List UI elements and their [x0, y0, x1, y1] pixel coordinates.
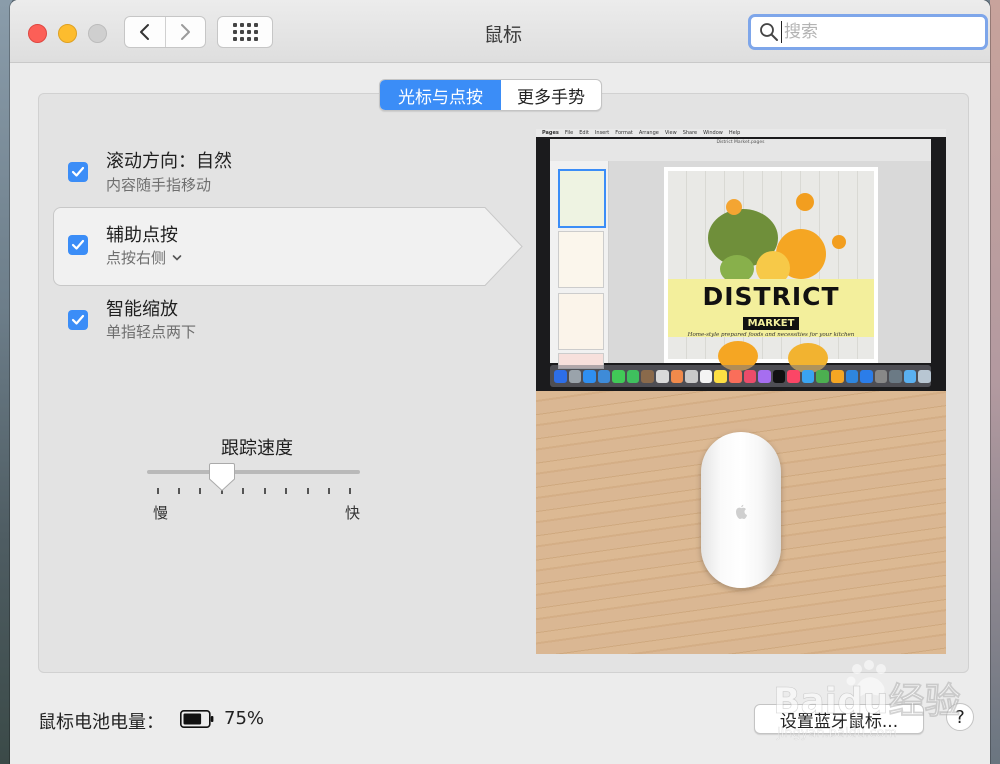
- title-bar: 鼠标: [10, 0, 990, 63]
- preview-menu-item: Window: [703, 130, 723, 136]
- checkmark-icon: [71, 239, 85, 250]
- brand-tagline: Home-style prepared foods and necessitie…: [687, 332, 855, 338]
- preferences-window: 鼠标 光标与点按 更多手势 滚动方向：自然 内容随手指移动 辅助点按 点按右侧 …: [10, 0, 990, 764]
- kumquat: [796, 193, 814, 211]
- desk-surface: [536, 391, 946, 654]
- preview-page-sidebar: [550, 161, 609, 369]
- preview-menu-item: File: [564, 130, 574, 136]
- tracking-fast-label: 快: [345, 504, 361, 522]
- scroll-direction-title: 滚动方向：自然: [106, 151, 232, 172]
- secondary-click-value: 点按右侧: [106, 249, 167, 267]
- tracking-speed-title: 跟踪速度: [221, 438, 293, 459]
- preview-menu-item: Insert: [594, 130, 610, 136]
- preview-document-page: DISTRICT MARKET Home-style prepared food…: [664, 167, 878, 373]
- preview-thumbnail: [558, 293, 604, 350]
- search-field[interactable]: [748, 14, 988, 50]
- kumquat: [726, 199, 742, 215]
- tab-more-gestures[interactable]: 更多手势: [501, 80, 601, 110]
- search-icon: [760, 23, 778, 41]
- tracking-slow-label: 慢: [153, 504, 169, 522]
- tab-point-and-click[interactable]: 光标与点按: [380, 80, 501, 110]
- chevron-down-icon: [172, 254, 182, 261]
- preview-canvas: DISTRICT MARKET Home-style prepared food…: [609, 161, 931, 373]
- secondary-click-title: 辅助点按: [106, 225, 178, 246]
- brand-title: DISTRICT: [702, 282, 840, 311]
- checkmark-icon: [71, 166, 85, 177]
- preview-thumbnail: [558, 231, 604, 288]
- preview-app-window: District Market.pages DISTRICT MARKET Ho…: [550, 139, 931, 373]
- watermark-url: jingyan.baidu.com: [776, 726, 897, 741]
- slider-ticks: [157, 488, 357, 496]
- preview-screen: Pages File Edit Insert Format Arrange Vi…: [536, 129, 946, 391]
- battery-label: 鼠标电池电量：: [38, 712, 164, 733]
- smart-zoom-subtitle: 单指轻点两下: [106, 323, 197, 341]
- scroll-direction-checkbox[interactable]: [68, 162, 88, 182]
- preview-menu-item: Share: [682, 130, 698, 136]
- secondary-click-checkbox[interactable]: [68, 235, 88, 255]
- magic-mouse-image: [701, 432, 781, 588]
- smart-zoom-title: 智能缩放: [106, 299, 178, 320]
- secondary-click-dropdown[interactable]: 点按右侧: [106, 247, 182, 268]
- preview-menu-item: Pages: [542, 130, 559, 136]
- preview-menu-item: Format: [615, 130, 633, 136]
- scroll-direction-subtitle: 内容随手指移动: [106, 176, 212, 194]
- desktop-wallpaper-right: [990, 0, 1000, 764]
- apple-logo-icon: [736, 504, 747, 519]
- preview-menu-bar: Pages File Edit Insert Format Arrange Vi…: [536, 129, 946, 137]
- kumquat: [832, 235, 846, 249]
- preview-menu-item: Help: [728, 130, 741, 136]
- search-input[interactable]: [781, 21, 976, 43]
- gesture-preview: Pages File Edit Insert Format Arrange Vi…: [536, 129, 946, 654]
- tracking-speed-slider[interactable]: [147, 470, 360, 474]
- preview-toolbar: District Market.pages: [550, 139, 931, 162]
- tracking-speed-thumb[interactable]: [209, 462, 235, 492]
- preview-doc-title: District Market.pages: [716, 140, 765, 145]
- preview-menu-item: View: [664, 130, 677, 136]
- preview-menu-item: Edit: [579, 130, 589, 136]
- preview-dock: [550, 365, 932, 387]
- preview-thumbnail: [558, 169, 606, 228]
- battery-percent: 75%: [224, 708, 265, 729]
- preview-menu-item: Arrange: [638, 130, 659, 136]
- smart-zoom-checkbox[interactable]: [68, 310, 88, 330]
- baidu-watermark: Baidu经验 jingyan.baidu.com: [773, 660, 961, 741]
- battery-icon: [180, 710, 214, 728]
- watermark-brand: Baidu经验: [773, 681, 960, 722]
- brand-subtitle: MARKET: [742, 317, 800, 330]
- district-market-banner: DISTRICT MARKET Home-style prepared food…: [668, 279, 874, 338]
- tab-bar: 光标与点按 更多手势: [379, 79, 602, 111]
- checkmark-icon: [71, 314, 85, 325]
